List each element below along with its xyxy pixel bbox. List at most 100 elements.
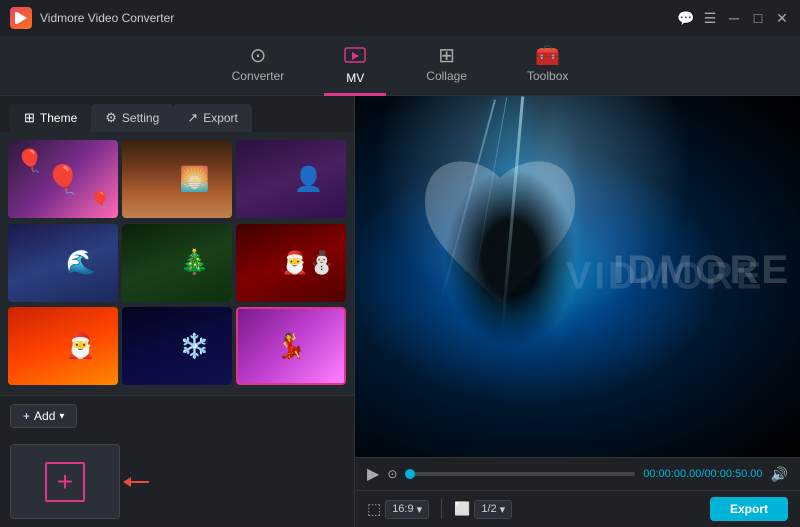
tab-mv-label: MV (346, 71, 364, 85)
bottom-controls: ⬚ 16:9 ▾ ⬜ 1/2 ▾ Export (355, 490, 800, 527)
resolution-chevron: ▾ (500, 503, 506, 516)
sub-tab-setting-label: Setting (122, 111, 159, 125)
theme-snowy-night-thumb: ❄️ (122, 307, 232, 385)
tab-mv[interactable]: MV (324, 40, 386, 96)
arrow-indicator (123, 477, 149, 487)
time-display: 00:00:00.00/00:00:50.00 (643, 468, 762, 480)
left-panel: ⊞ Theme ⚙ Setting ↗ Export 🎈 🎈 Chic (0, 96, 355, 527)
theme-merry-christmas-thumb: 🎅⛄ (236, 224, 346, 302)
stop-button[interactable]: ⊙ (387, 467, 397, 481)
play-button[interactable]: ▶ (367, 464, 379, 484)
theme-simple[interactable]: 🌊 Simple (8, 224, 118, 304)
theme-christmas-eve[interactable]: 🎄 Christmas Eve (122, 224, 232, 304)
theme-santa-claus-thumb: 🎅 (8, 307, 118, 385)
theme-santa-claus[interactable]: 🎅 Santa Claus (8, 307, 118, 387)
theme-happy-thumb: 👤 (236, 140, 346, 218)
sub-tab-export-label: Export (203, 111, 238, 125)
theme-stripes-waves-label: Stripes & Waves (236, 385, 346, 387)
resolution-value: 1/2 (481, 503, 496, 515)
resolution-icon: ⬜ (454, 501, 470, 517)
add-button[interactable]: + Add ▾ (10, 404, 77, 428)
app-logo (10, 7, 32, 29)
setting-gear-icon: ⚙ (105, 110, 117, 126)
time-current: 00:00:00.00 (643, 468, 701, 480)
tab-toolbox[interactable]: 🧰 Toolbox (507, 40, 588, 95)
tab-collage-label: Collage (426, 69, 467, 83)
chat-icon[interactable]: 💬 (678, 10, 694, 26)
add-chevron-icon: ▾ (59, 411, 64, 422)
theme-merry-christmas-label: Merry Christmas (236, 302, 346, 304)
toolbox-icon: 🧰 (535, 46, 560, 66)
tab-converter[interactable]: ⊙ Converter (212, 40, 305, 95)
theme-happy[interactable]: 👤 Happy (236, 140, 346, 220)
theme-snowy-night[interactable]: ❄️ Snowy Night (122, 307, 232, 387)
aspect-ratio-icon: ⬚ (367, 500, 381, 518)
aspect-ratio-dropdown[interactable]: 16:9 ▾ (385, 500, 429, 519)
title-bar: Vidmore Video Converter 💬 ☰ ─ □ ✕ (0, 0, 800, 36)
theme-grid: 🎈 🎈 Chic 🌅 Neat 👤 Happy (0, 132, 354, 395)
theme-chic[interactable]: 🎈 🎈 Chic (8, 140, 118, 220)
export-arrow-icon: ↗ (187, 110, 198, 126)
theme-chic-thumb: 🎈 🎈 (8, 140, 118, 218)
theme-merry-christmas[interactable]: 🎅⛄ Merry Christmas (236, 224, 346, 304)
sub-tab-theme[interactable]: ⊞ Theme (10, 104, 91, 132)
sub-tab-theme-label: Theme (40, 111, 77, 125)
sub-tabs: ⊞ Theme ⚙ Setting ↗ Export (0, 96, 354, 132)
separator-1 (441, 499, 442, 519)
right-panel: VIDMORE IDMORE ▶ ⊙ 00:00:00.00/00:00:50.… (355, 96, 800, 527)
theme-simple-thumb: 🌊 (8, 224, 118, 302)
title-bar-controls: 💬 ☰ ─ □ ✕ (678, 10, 790, 26)
minimize-icon[interactable]: ─ (726, 10, 742, 26)
theme-happy-label: Happy (236, 218, 346, 220)
title-bar-left: Vidmore Video Converter (10, 7, 174, 29)
theme-neat-thumb: 🌅 (122, 140, 232, 218)
clip-add-placeholder[interactable]: + (10, 444, 120, 519)
preview-overlay-text: IDMORE (613, 248, 791, 293)
collage-icon: ⊞ (438, 46, 455, 66)
tab-toolbox-label: Toolbox (527, 69, 568, 83)
tab-collage[interactable]: ⊞ Collage (406, 40, 487, 95)
nav-tabs: ⊙ Converter MV ⊞ Collage 🧰 Toolbox (0, 36, 800, 96)
theme-chic-label: Chic (8, 218, 118, 220)
export-button[interactable]: Export (710, 497, 788, 521)
add-button-label: Add (34, 409, 55, 423)
theme-neat-label: Neat (122, 218, 232, 220)
video-preview: VIDMORE IDMORE (355, 96, 800, 457)
aspect-ratio-chevron: ▾ (417, 503, 423, 516)
progress-bar[interactable] (405, 472, 635, 476)
add-plus-icon: + (23, 409, 30, 423)
resolution-control: ⬜ 1/2 ▾ (454, 500, 512, 519)
theme-simple-label: Simple (8, 302, 118, 304)
main-content: ⊞ Theme ⚙ Setting ↗ Export 🎈 🎈 Chic (0, 96, 800, 527)
converter-icon: ⊙ (250, 46, 267, 66)
aspect-ratio-value: 16:9 (392, 503, 413, 515)
volume-icon[interactable]: 🔊 (771, 466, 788, 483)
theme-neat[interactable]: 🌅 Neat (122, 140, 232, 220)
theme-santa-claus-label: Santa Claus (8, 385, 118, 387)
bottom-left-controls: ⬚ 16:9 ▾ ⬜ 1/2 ▾ (367, 499, 512, 519)
theme-grid-icon: ⊞ (24, 110, 35, 126)
clip-area: + (0, 436, 354, 527)
maximize-icon[interactable]: □ (750, 10, 766, 26)
mv-icon (344, 46, 366, 68)
clip-plus-icon: + (45, 462, 85, 502)
theme-stripes-waves[interactable]: 💃 Stripes & Waves (236, 307, 346, 387)
theme-christmas-eve-label: Christmas Eve (122, 302, 232, 304)
app-title: Vidmore Video Converter (40, 11, 174, 25)
close-icon[interactable]: ✕ (774, 10, 790, 26)
time-total: 00:00:50.00 (704, 468, 762, 480)
progress-dot (405, 469, 415, 479)
menu-icon[interactable]: ☰ (702, 10, 718, 26)
preview-background: VIDMORE IDMORE (355, 96, 800, 457)
add-bar: + Add ▾ (0, 396, 354, 436)
theme-stripes-waves-thumb: 💃 (236, 307, 346, 385)
theme-snowy-night-label: Snowy Night (122, 385, 232, 387)
player-controls: ▶ ⊙ 00:00:00.00/00:00:50.00 🔊 (355, 457, 800, 490)
aspect-ratio-control: ⬚ 16:9 ▾ (367, 500, 429, 519)
theme-christmas-eve-thumb: 🎄 (122, 224, 232, 302)
sub-tab-export[interactable]: ↗ Export (173, 104, 252, 132)
arrow-line (129, 481, 149, 483)
sub-tab-setting[interactable]: ⚙ Setting (91, 104, 173, 132)
tab-converter-label: Converter (232, 69, 285, 83)
resolution-dropdown[interactable]: 1/2 ▾ (474, 500, 512, 519)
